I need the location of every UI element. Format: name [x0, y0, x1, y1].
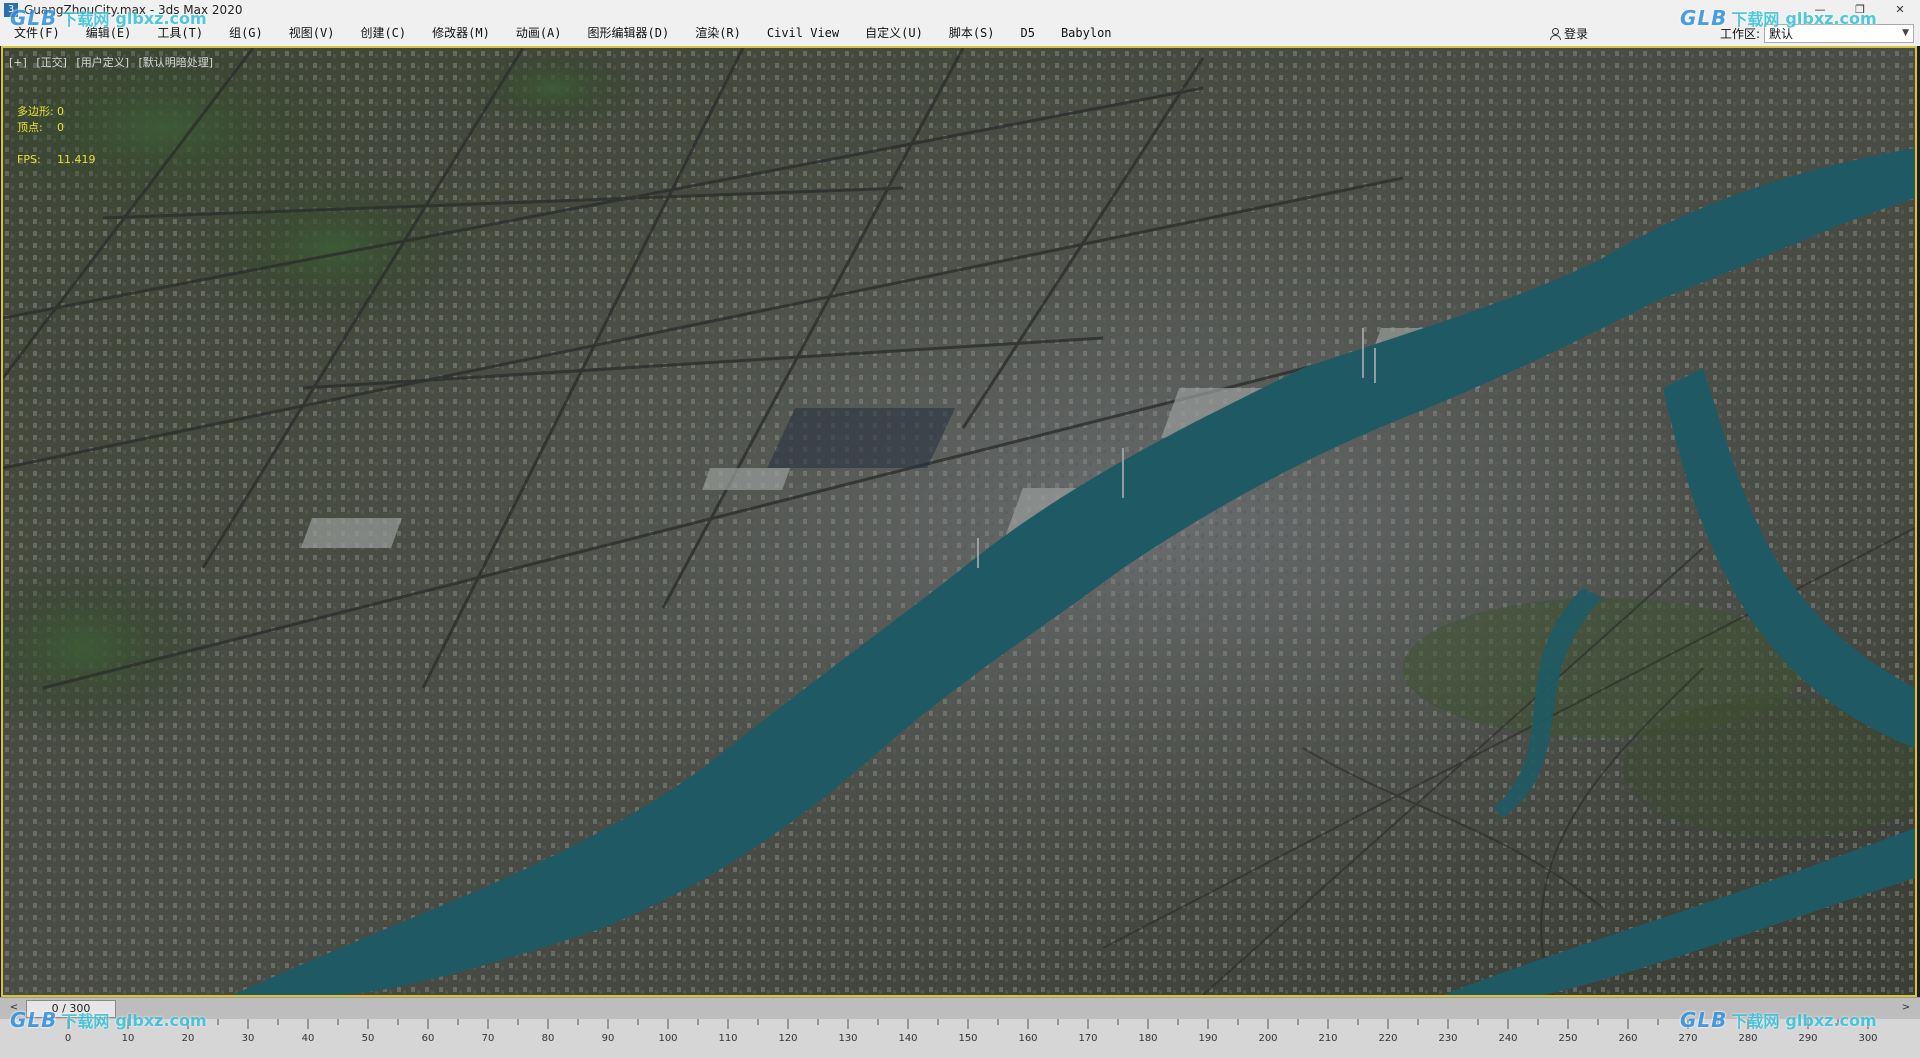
- menu-civil-view[interactable]: Civil View: [754, 20, 852, 46]
- track-tick-label: 70: [481, 1033, 495, 1044]
- track-tick-label: 90: [601, 1033, 615, 1044]
- viewport-custom[interactable]: [用户定义]: [76, 56, 129, 69]
- track-tick-label: 100: [658, 1033, 678, 1044]
- track-tick-label: 110: [718, 1033, 738, 1044]
- menu-bar: 文件(F) 编辑(E) 工具(T) 组(G) 视图(V) 创建(C) 修改器(M…: [0, 20, 1920, 46]
- track-tick-label: 150: [958, 1033, 978, 1044]
- fps-value: 11.419: [57, 153, 96, 166]
- track-tick-label: 40: [301, 1033, 315, 1044]
- menu-d5[interactable]: D5: [1008, 20, 1048, 46]
- menu-edit[interactable]: 编辑(E): [73, 20, 145, 46]
- city-scene: [3, 48, 1915, 995]
- window-title: GuangZhouCity.max - 3ds Max 2020: [24, 3, 243, 17]
- track-tick-label: 260: [1618, 1033, 1638, 1044]
- menu-babylon[interactable]: Babylon: [1048, 20, 1125, 46]
- viewport-statistics: 多边形: 0 顶点: 0 FPS: 11.419: [17, 104, 96, 168]
- track-tick-label: 20: [181, 1033, 195, 1044]
- time-slider-thumb[interactable]: 0 / 300: [26, 1000, 116, 1018]
- vertices-value: 0: [57, 121, 64, 134]
- track-tick-label: 250: [1558, 1033, 1578, 1044]
- track-bar[interactable]: 0 10 20 30 40 50 60 70 80 90 100 110 120 130 140 150 160…: [0, 1019, 1920, 1058]
- menu-views[interactable]: 视图(V): [276, 20, 348, 46]
- track-tick-label: 60: [421, 1033, 435, 1044]
- menu-modifiers[interactable]: 修改器(M): [419, 20, 503, 46]
- vertices-label: 顶点:: [17, 121, 43, 134]
- vertices-stat: 顶点: 0: [17, 120, 96, 136]
- track-tick-label: 170: [1078, 1033, 1098, 1044]
- polygons-value: 0: [57, 105, 64, 118]
- menu-rendering[interactable]: 渲染(R): [682, 20, 754, 46]
- track-tick-label: 200: [1258, 1033, 1278, 1044]
- workspace-label: 工作区:: [1719, 26, 1760, 41]
- menu-create[interactable]: 创建(C): [347, 20, 419, 46]
- menu-animation[interactable]: 动画(A): [503, 20, 575, 46]
- track-tick-label: 130: [838, 1033, 858, 1044]
- menu-group[interactable]: 组(G): [216, 20, 276, 46]
- viewport-view-type[interactable]: [正交]: [36, 56, 67, 69]
- viewport-menu-plus[interactable]: [+]: [9, 56, 27, 69]
- track-tick-label: 300: [1858, 1033, 1878, 1044]
- menu-graph-editors[interactable]: 图形编辑器(D): [575, 20, 683, 46]
- close-icon[interactable]: ✕: [1880, 0, 1920, 20]
- track-tick-label: 120: [778, 1033, 798, 1044]
- track-tick-label: 210: [1318, 1033, 1338, 1044]
- track-tick-label: 180: [1138, 1033, 1158, 1044]
- track-tick-label: 190: [1198, 1033, 1218, 1044]
- polygons-stat: 多边形: 0: [17, 104, 96, 120]
- menu-customize[interactable]: 自定义(U): [852, 20, 936, 46]
- minimize-icon[interactable]: —: [1800, 0, 1840, 20]
- time-slider-next-button[interactable]: >: [1898, 1001, 1914, 1015]
- workspace-value: 默认: [1769, 26, 1794, 41]
- user-icon: [1549, 27, 1561, 40]
- track-tick-label: 270: [1678, 1033, 1698, 1044]
- time-slider-prev-button[interactable]: <: [6, 1001, 22, 1015]
- track-tick-label: 140: [898, 1033, 918, 1044]
- menu-tools[interactable]: 工具(T): [144, 20, 216, 46]
- login-button[interactable]: 登录: [1541, 20, 1596, 46]
- maximize-icon[interactable]: ❐: [1840, 0, 1880, 20]
- track-tick-label: 10: [121, 1033, 135, 1044]
- fps-stat: FPS: 11.419: [17, 152, 96, 168]
- track-tick-label: 80: [541, 1033, 555, 1044]
- window-controls: — ❐ ✕: [1800, 0, 1920, 20]
- track-tick-label: 280: [1738, 1033, 1758, 1044]
- track-tick-label: 240: [1498, 1033, 1518, 1044]
- track-tick-label: 290: [1798, 1033, 1818, 1044]
- track-tick-label: 230: [1438, 1033, 1458, 1044]
- viewport-label[interactable]: [+] [正交] [用户定义] [默认明暗处理]: [9, 54, 219, 70]
- workspace-dropdown[interactable]: 默认 ▼: [1764, 23, 1914, 43]
- time-slider[interactable]: < 0 / 300 >: [0, 997, 1920, 1019]
- polygons-label: 多边形:: [17, 105, 54, 118]
- perspective-viewport[interactable]: [+] [正交] [用户定义] [默认明暗处理] 多边形: 0 顶点: 0 FP…: [1, 46, 1917, 997]
- 3ds-max-icon[interactable]: 3: [4, 3, 18, 17]
- track-tick-label: 220: [1378, 1033, 1398, 1044]
- viewport-shading[interactable]: [默认明暗处理]: [139, 56, 214, 69]
- track-tick-label: 0: [64, 1033, 72, 1044]
- title-bar: 3 GuangZhouCity.max - 3ds Max 2020 — ❐ ✕: [0, 0, 1920, 20]
- track-tick-label: 50: [361, 1033, 375, 1044]
- track-tick-label: 30: [241, 1033, 255, 1044]
- menubar-right: 登录 工作区: 默认 ▼: [1541, 20, 1920, 46]
- track-tick-label: 160: [1018, 1033, 1038, 1044]
- menu-file[interactable]: 文件(F): [0, 20, 73, 46]
- fps-label: FPS:: [17, 153, 41, 166]
- login-label: 登录: [1563, 26, 1588, 41]
- menu-scripting[interactable]: 脚本(S): [936, 20, 1008, 46]
- time-bar: < 0 / 300 > 0 10 20 30 40 50 60 70 80 90 100 110 120…: [0, 997, 1920, 1058]
- chevron-down-icon: ▼: [1902, 28, 1909, 38]
